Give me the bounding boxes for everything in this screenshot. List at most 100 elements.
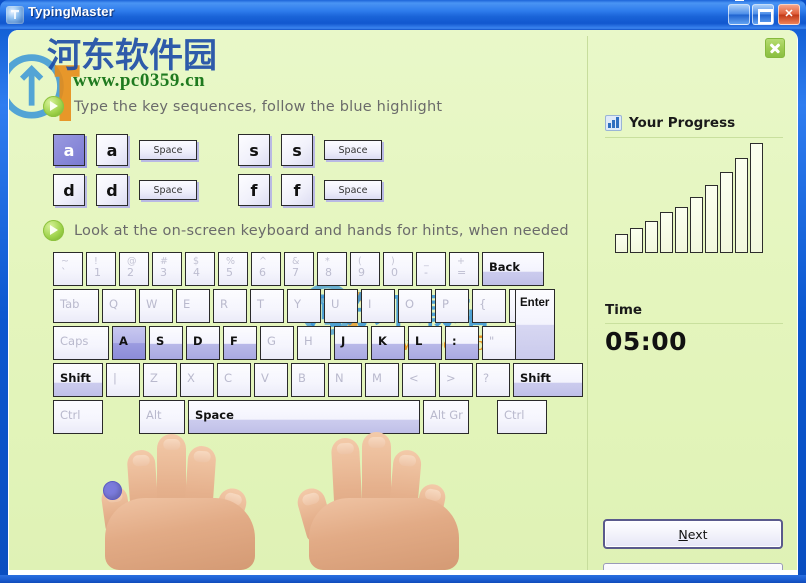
sequence-key[interactable]: a <box>53 134 85 166</box>
sequence-key[interactable]: f <box>281 174 313 206</box>
sequence-key[interactable]: s <box>238 134 270 166</box>
sequence-key[interactable]: a <box>96 134 128 166</box>
keyboard-key-4[interactable]: $4 <box>185 252 215 286</box>
instruction-text-type: Type the key sequences, follow the blue … <box>74 98 443 115</box>
keyboard-key-h[interactable]: H <box>297 326 331 360</box>
keyboard-key-b[interactable]: B <box>291 363 325 397</box>
keyboard-key-k[interactable]: K <box>371 326 405 360</box>
keyboard-key->[interactable]: > <box>439 363 473 397</box>
keyboard-key--[interactable]: _ - <box>416 252 446 286</box>
keyboard-key-back[interactable]: Back <box>482 252 544 286</box>
sequence-key[interactable]: d <box>53 174 85 206</box>
keyboard-key-ctrl[interactable]: Ctrl <box>497 400 547 434</box>
keyboard-key-label: Alt <box>146 408 162 422</box>
keyboard-key-tab[interactable]: Tab <box>53 289 99 323</box>
keyboard-key-w[interactable]: W <box>139 289 173 323</box>
keyboard-key-"[interactable]: " <box>482 326 516 360</box>
keyboard-row-qwerty: TabQWERTYUIOP{} <box>53 289 546 323</box>
keyboard-key-space[interactable]: Space <box>188 400 420 434</box>
keyboard-key-i[interactable]: I <box>361 289 395 323</box>
play-bullet-icon <box>43 220 64 241</box>
keyboard-key-u[interactable]: U <box>324 289 358 323</box>
keyboard-key-7[interactable]: & 7 <box>284 252 314 286</box>
sequence-space-key[interactable]: Space <box>139 180 197 200</box>
keyboard-key-ctrl[interactable]: Ctrl <box>53 400 103 434</box>
maximize-button[interactable] <box>752 4 774 25</box>
keyboard-key-s[interactable]: S <box>149 326 183 360</box>
progress-bar <box>720 172 733 253</box>
keyboard-key-x[interactable]: X <box>180 363 214 397</box>
play-bullet-icon <box>43 96 64 117</box>
keyboard-key-c[interactable]: C <box>217 363 251 397</box>
keyboard-key-d[interactable]: D <box>186 326 220 360</box>
keyboard-key-a[interactable]: A <box>112 326 146 360</box>
close-button[interactable]: ✕ <box>778 4 800 25</box>
keyboard-key-label: E <box>183 297 191 311</box>
keyboard-key-caps[interactable]: Caps <box>53 326 109 360</box>
keyboard-key-|[interactable]: | <box>106 363 140 397</box>
keyboard-key-label: (9 <box>358 256 365 279</box>
keyboard-key-l[interactable]: L <box>408 326 442 360</box>
sequence-space-key[interactable]: Space <box>324 180 382 200</box>
keyboard-key-label: B <box>298 371 306 385</box>
keyboard-key-:[interactable]: : <box>445 326 479 360</box>
keyboard-key-f[interactable]: F <box>223 326 257 360</box>
instruction-row-type: Type the key sequences, follow the blue … <box>43 96 442 117</box>
keyboard-key-alt-gr[interactable]: Alt Gr <box>423 400 469 434</box>
keyboard-key-label: X <box>187 371 195 385</box>
keyboard-key-p[interactable]: P <box>435 289 469 323</box>
keyboard-key-5[interactable]: % 5 <box>218 252 248 286</box>
keyboard-key-8[interactable]: * 8 <box>317 252 347 286</box>
keyboard-key-{[interactable]: { <box>472 289 506 323</box>
keyboard-key-o[interactable]: O <box>398 289 432 323</box>
on-screen-keyboard[interactable]: ~ ` ! 1 @2 #3 $4 % 5 ^ 6 & 7 * 8 (9 ) 0 _ - + = Back Tab Q W E R T Y… <box>53 252 583 434</box>
sequence-key[interactable]: s <box>281 134 313 166</box>
keyboard-key-g[interactable]: G <box>260 326 294 360</box>
keyboard-key-v[interactable]: V <box>254 363 288 397</box>
keyboard-key-label: W <box>146 297 158 311</box>
keyboard-key-label: Q <box>109 297 119 311</box>
keyboard-key-2[interactable]: @2 <box>119 252 149 286</box>
sequence-key[interactable]: d <box>96 174 128 206</box>
keyboard-key-label: @2 <box>127 256 137 279</box>
keyboard-key-e[interactable]: E <box>176 289 210 323</box>
keyboard-key-1[interactable]: ! 1 <box>86 252 116 286</box>
keyboard-key-label: K <box>378 334 387 348</box>
keyboard-key-q[interactable]: Q <box>102 289 136 323</box>
next-button[interactable]: Next <box>603 519 783 549</box>
progress-bar <box>660 212 673 253</box>
keyboard-key-shift[interactable]: Shift <box>513 363 583 397</box>
keyboard-key-`[interactable]: ~ ` <box>53 252 83 286</box>
keyboard-key-=[interactable]: + = <box>449 252 479 286</box>
keyboard-key-m[interactable]: M <box>365 363 399 397</box>
keyboard-key-3[interactable]: #3 <box>152 252 182 286</box>
keyboard-key-0[interactable]: ) 0 <box>383 252 413 286</box>
keyboard-key-label: ) 0 <box>391 256 398 279</box>
keyboard-key-9[interactable]: (9 <box>350 252 380 286</box>
title-bar[interactable]: TypingMaster ✕ <box>0 0 806 30</box>
progress-bar <box>645 221 658 253</box>
time-value: 05:00 <box>605 327 688 356</box>
keyboard-key-alt[interactable]: Alt <box>139 400 185 434</box>
close-panel-icon[interactable] <box>765 38 785 58</box>
right-palm <box>309 498 459 570</box>
keyboard-key-label: Shift <box>520 371 551 385</box>
minimize-button[interactable] <box>728 0 750 25</box>
keyboard-key-r[interactable]: R <box>213 289 247 323</box>
keyboard-key-z[interactable]: Z <box>143 363 177 397</box>
cancel-button[interactable]: Cancel <box>603 563 783 570</box>
keyboard-key-label: Enter <box>520 297 550 309</box>
keyboard-key-?[interactable]: ? <box>476 363 510 397</box>
sequence-key[interactable]: f <box>238 174 270 206</box>
keyboard-key-y[interactable]: Y <box>287 289 321 323</box>
sequence-space-key[interactable]: Space <box>324 140 382 160</box>
keyboard-key-<[interactable]: < <box>402 363 436 397</box>
sequence-space-key[interactable]: Space <box>139 140 197 160</box>
keyboard-key-j[interactable]: J <box>334 326 368 360</box>
keyboard-key-t[interactable]: T <box>250 289 284 323</box>
keyboard-key-n[interactable]: N <box>328 363 362 397</box>
keyboard-key-6[interactable]: ^ 6 <box>251 252 281 286</box>
keyboard-key-enter[interactable]: Enter <box>515 289 555 360</box>
keyboard-key-shift[interactable]: Shift <box>53 363 103 397</box>
next-button-label: Next <box>678 527 707 542</box>
